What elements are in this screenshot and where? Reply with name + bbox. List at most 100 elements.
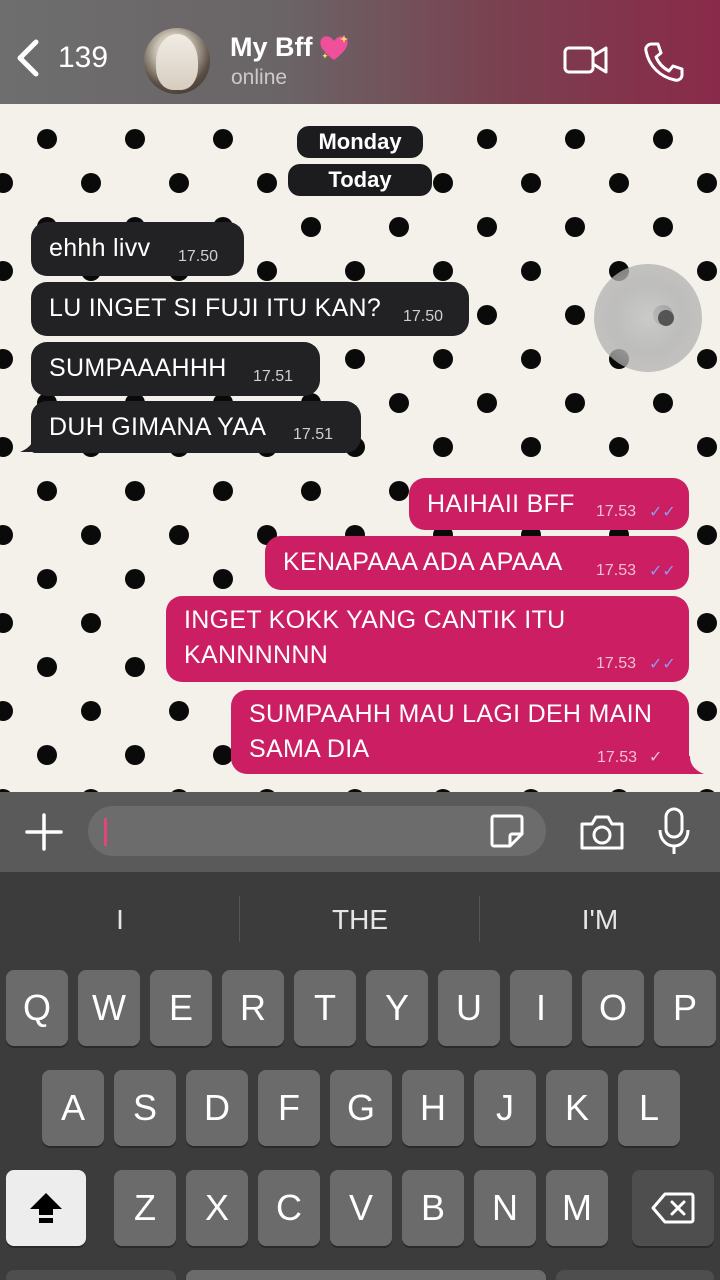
- key-m[interactable]: M: [546, 1170, 608, 1246]
- backspace-key[interactable]: [632, 1170, 714, 1246]
- wallpaper-dot: [433, 349, 453, 369]
- date-pill-today: Today: [288, 164, 432, 196]
- wallpaper-dot: [477, 129, 497, 149]
- wallpaper-dot: [169, 173, 189, 193]
- message-incoming[interactable]: DUH GIMANA YAA 17.51: [31, 401, 361, 453]
- key-j[interactable]: J: [474, 1070, 536, 1146]
- wallpaper-dot: [345, 261, 365, 281]
- wallpaper-dot: [213, 745, 233, 765]
- key-f[interactable]: F: [258, 1070, 320, 1146]
- wallpaper-dot: [653, 217, 673, 237]
- message-text: SUMPAAAHHH: [49, 354, 227, 382]
- key-v[interactable]: V: [330, 1170, 392, 1246]
- wallpaper-dot: [257, 261, 277, 281]
- microphone-icon[interactable]: [656, 806, 692, 856]
- key-i[interactable]: I: [510, 970, 572, 1046]
- back-button[interactable]: 139: [14, 38, 108, 78]
- video-call-icon[interactable]: [563, 42, 609, 78]
- wallpaper-dot: [433, 173, 453, 193]
- message-time: 17.50: [178, 248, 219, 265]
- date-label: Today: [328, 167, 392, 192]
- key-r[interactable]: R: [222, 970, 284, 1046]
- sparkling-heart-icon: [319, 34, 348, 60]
- message-incoming[interactable]: SUMPAAAHHH 17.51: [31, 342, 320, 396]
- chat-area[interactable]: Monday Today ehhh livv 17.50 LU INGET SI…: [0, 104, 720, 792]
- wallpaper-dot: [125, 481, 145, 501]
- return-key-partial: [556, 1270, 714, 1280]
- message-outgoing[interactable]: HAIHAII BFF 17.53 ✓✓: [409, 478, 689, 530]
- wallpaper-dot: [521, 173, 541, 193]
- avatar[interactable]: [144, 28, 210, 94]
- wallpaper-dot: [213, 129, 233, 149]
- key-c[interactable]: C: [258, 1170, 320, 1246]
- keyboard: I THE I'M Q W E R T Y U I O P A S D F G …: [0, 872, 720, 1280]
- wallpaper-dot: [81, 173, 101, 193]
- wallpaper-dot: [697, 349, 717, 369]
- message-outgoing[interactable]: INGET KOKK YANG CANTIK ITU KANNNNNN 17.5…: [166, 596, 689, 682]
- suggestion-2[interactable]: THE: [240, 872, 480, 968]
- wallpaper-dot: [565, 129, 585, 149]
- wallpaper-dot: [0, 525, 13, 545]
- shift-arrow-icon: [30, 1193, 62, 1223]
- wallpaper-dot: [257, 173, 277, 193]
- wallpaper-dot: [0, 261, 13, 281]
- wallpaper-dot: [477, 393, 497, 413]
- contact-name-row[interactable]: My Bff: [230, 32, 351, 63]
- message-text-line: INGET KOKK YANG CANTIK ITU: [184, 606, 566, 634]
- key-a[interactable]: A: [42, 1070, 104, 1146]
- suggestion-3[interactable]: I'M: [480, 872, 720, 968]
- text-caret: [104, 818, 107, 846]
- key-k[interactable]: K: [546, 1070, 608, 1146]
- phone-call-icon[interactable]: [642, 40, 686, 84]
- key-d[interactable]: D: [186, 1070, 248, 1146]
- date-pill-monday: Monday: [297, 126, 423, 158]
- wallpaper-dot: [169, 701, 189, 721]
- message-time: 17.53: [596, 503, 637, 520]
- message-outgoing[interactable]: SUMPAAHH MAU LAGI DEH MAIN SAMA DIA 17.5…: [231, 690, 689, 774]
- message-outgoing[interactable]: KENAPAAA ADA APAAA 17.53 ✓✓: [265, 536, 689, 590]
- touch-indicator: [594, 264, 702, 372]
- wallpaper-dot: [37, 569, 57, 589]
- key-x[interactable]: X: [186, 1170, 248, 1246]
- wallpaper-dot: [37, 657, 57, 677]
- camera-icon[interactable]: [578, 812, 626, 852]
- key-w[interactable]: W: [78, 970, 140, 1046]
- key-h[interactable]: H: [402, 1070, 464, 1146]
- date-label: Monday: [318, 129, 402, 154]
- suggestion-1[interactable]: I: [0, 872, 240, 968]
- wallpaper-dot: [37, 129, 57, 149]
- key-t[interactable]: T: [294, 970, 356, 1046]
- message-text: ehhh livv: [49, 234, 151, 262]
- key-y[interactable]: Y: [366, 970, 428, 1046]
- message-input-bar: [0, 792, 720, 872]
- plus-icon[interactable]: [24, 812, 64, 852]
- shift-key[interactable]: [6, 1170, 86, 1246]
- wallpaper-dot: [477, 217, 497, 237]
- sticker-icon[interactable]: [488, 812, 526, 850]
- key-p[interactable]: P: [654, 970, 716, 1046]
- wallpaper-dot: [389, 393, 409, 413]
- wallpaper-dot: [389, 217, 409, 237]
- key-z[interactable]: Z: [114, 1170, 176, 1246]
- message-text: HAIHAII BFF: [427, 490, 575, 518]
- key-s[interactable]: S: [114, 1070, 176, 1146]
- message-incoming[interactable]: ehhh livv 17.50: [31, 222, 244, 276]
- message-incoming[interactable]: LU INGET SI FUJI ITU KAN? 17.50: [31, 282, 469, 336]
- message-text-line: KANNNNNN: [184, 641, 329, 669]
- key-b[interactable]: B: [402, 1170, 464, 1246]
- key-g[interactable]: G: [330, 1070, 392, 1146]
- wallpaper-dot: [213, 569, 233, 589]
- message-input[interactable]: [88, 806, 546, 856]
- wallpaper-dot: [0, 349, 13, 369]
- key-q[interactable]: Q: [6, 970, 68, 1046]
- key-e[interactable]: E: [150, 970, 212, 1046]
- read-ticks-icon: ✓✓: [649, 504, 676, 521]
- space-key-partial: [186, 1270, 546, 1280]
- key-l[interactable]: L: [618, 1070, 680, 1146]
- key-u[interactable]: U: [438, 970, 500, 1046]
- sent-tick-icon: ✓: [649, 749, 663, 766]
- key-o[interactable]: O: [582, 970, 644, 1046]
- key-n[interactable]: N: [474, 1170, 536, 1246]
- wallpaper-dot: [125, 129, 145, 149]
- wallpaper-dot: [653, 129, 673, 149]
